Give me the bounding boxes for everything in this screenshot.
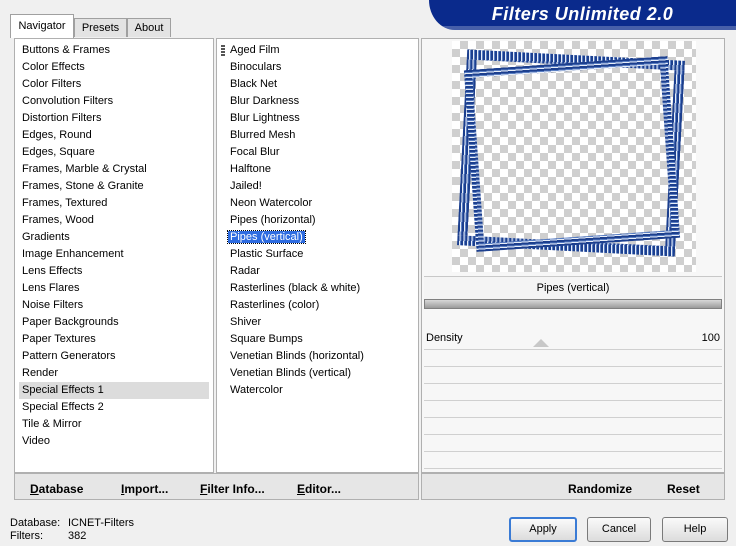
accelerator-key: F (200, 482, 208, 496)
category-list-item[interactable]: Edges, Round (19, 127, 209, 144)
param-row (424, 418, 722, 435)
apply-button[interactable]: Apply (509, 517, 577, 542)
category-list-item[interactable]: Buttons & Frames (19, 42, 209, 59)
selected-filter-caption: Pipes (vertical) (424, 276, 722, 299)
param-row (424, 452, 722, 469)
filter-list-item[interactable]: Blurred Mesh (227, 127, 415, 144)
filter-list-item[interactable]: Aged Film (227, 42, 415, 59)
list-scroll-indicator (221, 45, 225, 56)
category-list-item[interactable]: Color Effects (19, 59, 209, 76)
filter-list-item[interactable]: Venetian Blinds (vertical) (227, 365, 415, 382)
preview-image (452, 41, 696, 272)
category-list-item[interactable]: Lens Flares (19, 280, 209, 297)
category-list-item[interactable]: Gradients (19, 229, 209, 246)
filter-list-item[interactable]: Binoculars (227, 59, 415, 76)
category-list-item[interactable]: Tile & Mirror (19, 416, 209, 433)
app-title: Filters Unlimited 2.0 (491, 4, 674, 24)
filter-list-item[interactable]: Watercolor (227, 382, 415, 399)
category-list-item[interactable]: Pattern Generators (19, 348, 209, 365)
filter-list-item[interactable]: Square Bumps (227, 331, 415, 348)
filter-list-item[interactable]: Halftone (227, 161, 415, 178)
category-list-item[interactable]: Frames, Wood (19, 212, 209, 229)
filter-list-item[interactable]: Pipes (vertical) (227, 229, 415, 246)
database-button[interactable]: Database (30, 482, 83, 496)
preview-scrollbar[interactable] (424, 299, 722, 309)
tab-about[interactable]: About (127, 18, 171, 37)
tab-navigator[interactable]: Navigator (10, 14, 74, 38)
banner-stripe (429, 26, 736, 30)
help-button[interactable]: Help (662, 517, 728, 542)
filters-count-value: 382 (68, 530, 87, 542)
filter-info-button[interactable]: Filter Info... (200, 482, 265, 496)
filter-list-item[interactable]: Pipes (horizontal) (227, 212, 415, 229)
selected-filter-highlight[interactable]: Pipes (vertical) (227, 230, 306, 244)
category-list-item[interactable]: Video (19, 433, 209, 450)
database-status-value: ICNET-Filters (68, 517, 134, 529)
category-list-item[interactable]: Frames, Marble & Crystal (19, 161, 209, 178)
category-list-item[interactable]: Paper Backgrounds (19, 314, 209, 331)
filter-list-item[interactable]: Radar (227, 263, 415, 280)
filter-list-item[interactable]: Shiver (227, 314, 415, 331)
category-list-item[interactable]: Special Effects 2 (19, 399, 209, 416)
filter-list-item[interactable]: Neon Watercolor (227, 195, 415, 212)
category-list-item[interactable]: Convolution Filters (19, 93, 209, 110)
param-row (424, 435, 722, 452)
param-row (424, 350, 722, 367)
param-row (424, 401, 722, 418)
filter-list-item[interactable]: Blur Darkness (227, 93, 415, 110)
category-list-item[interactable]: Noise Filters (19, 297, 209, 314)
category-list-item[interactable]: Color Filters (19, 76, 209, 93)
filter-list-item[interactable]: Focal Blur (227, 144, 415, 161)
category-list-item[interactable]: Edges, Square (19, 144, 209, 161)
filter-list-item[interactable]: Rasterlines (black & white) (227, 280, 415, 297)
import-button[interactable]: Import... (121, 482, 168, 496)
category-list-item[interactable]: Frames, Stone & Granite (19, 178, 209, 195)
database-status-label: Database: (10, 517, 61, 529)
category-list-item[interactable]: Paper Textures (19, 331, 209, 348)
filter-list-item[interactable]: Venetian Blinds (horizontal) (227, 348, 415, 365)
accelerator-key: E (297, 482, 306, 496)
cancel-button[interactable]: Cancel (587, 517, 651, 542)
filter-list-item[interactable]: Rasterlines (color) (227, 297, 415, 314)
filter-list-item[interactable]: Blur Lightness (227, 110, 415, 127)
filter-list-item[interactable]: Plastic Surface (227, 246, 415, 263)
randomize-button[interactable]: Randomize (568, 482, 632, 496)
filter-list-item[interactable]: Jailed! (227, 178, 415, 195)
filter-list-item[interactable]: Black Net (227, 76, 415, 93)
tab-presets[interactable]: Presets (74, 18, 127, 37)
filters-count-label: Filters: (10, 530, 43, 542)
title-banner: Filters Unlimited 2.0 (429, 0, 736, 30)
param-row (424, 367, 722, 384)
param-row (424, 384, 722, 401)
category-list-item[interactable]: Lens Effects (19, 263, 209, 280)
category-list-item[interactable]: Image Enhancement (19, 246, 209, 263)
reset-button[interactable]: Reset (667, 482, 700, 496)
category-list-item[interactable]: Frames, Textured (19, 195, 209, 212)
editor-button[interactable]: Editor... (297, 482, 341, 496)
category-list-item[interactable]: Render (19, 365, 209, 382)
category-list: Buttons & Frames Color Effects Color Filte… (19, 42, 209, 450)
filter-list: Aged Film Binoculars Black Net Blur Darknes… (227, 42, 415, 399)
accelerator-key: I (121, 482, 125, 496)
accelerator-key: D (30, 482, 39, 496)
category-list-item[interactable]: Distortion Filters (19, 110, 209, 127)
param-row (424, 333, 722, 350)
preview-frame-inner (463, 56, 681, 252)
category-list-item[interactable]: Special Effects 1 (19, 382, 209, 399)
